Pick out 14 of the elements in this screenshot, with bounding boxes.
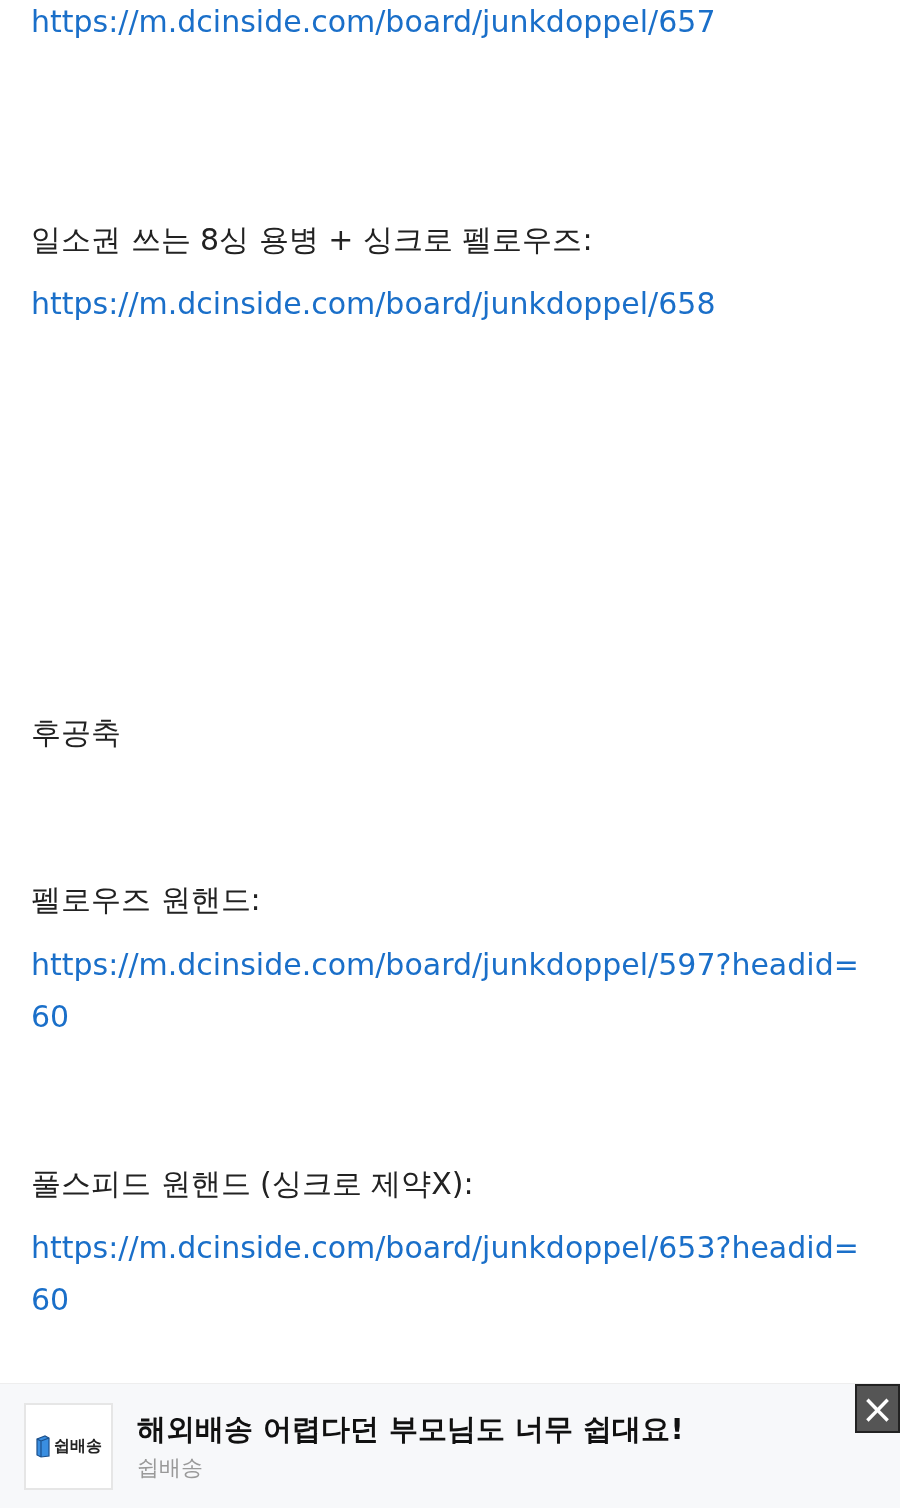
post-text: 펠로우즈 원핸드: <box>31 881 262 919</box>
post-link[interactable]: https://m.dcinside.com/board/junkdoppel/653?headid=60 <box>31 1222 870 1326</box>
advertiser-logo: 쉽배송 <box>24 1402 113 1490</box>
ad-title: 해외배송 어렵다던 부모님도 너무 쉽대요! <box>137 1410 684 1448</box>
post-text: 후공축 <box>31 714 122 752</box>
close-button[interactable]: × <box>855 1384 900 1433</box>
advertiser-name: 쉽배송 <box>137 1454 204 1483</box>
post-text: 풀스피드 원핸드 (싱크로 제약X): <box>31 1165 475 1203</box>
ad-banner[interactable]: 쉽배송 해외배송 어렵다던 부모님도 너무 쉽대요! 쉽배송 × <box>0 1383 900 1508</box>
post-link[interactable]: https://m.dcinside.com/board/junkdoppel/597?headid=60 <box>31 939 870 1043</box>
post-link[interactable]: https://m.dcinside.com/board/junkdoppel/658 <box>31 278 870 330</box>
post-link[interactable]: https://m.dcinside.com/board/junkdoppel/657 <box>31 0 870 48</box>
box-icon <box>35 1434 50 1458</box>
post-text: 일소권 쓰는 8싱 용병 + 싱크로 펠로우즈: <box>31 221 594 259</box>
